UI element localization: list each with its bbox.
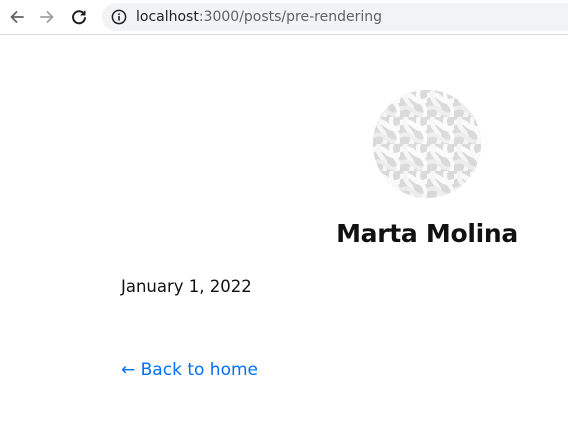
profile-image (373, 90, 481, 198)
arrow-left-icon (10, 11, 24, 23)
address-bar[interactable]: localhost:3000/posts/pre-rendering (102, 3, 568, 31)
profile-image-pattern (373, 90, 481, 198)
browser-toolbar: localhost:3000/posts/pre-rendering (0, 0, 568, 35)
reload-button[interactable] (66, 4, 92, 30)
author-name: Marta Molina (336, 219, 518, 248)
info-icon[interactable] (111, 9, 127, 25)
forward-button[interactable] (34, 4, 60, 30)
url-host: localhost (136, 9, 199, 25)
arrow-right-icon (40, 11, 54, 23)
url-text: localhost:3000/posts/pre-rendering (136, 8, 382, 26)
reload-icon (72, 10, 86, 25)
back-to-home-link[interactable]: ← Back to home (121, 358, 258, 382)
back-button[interactable] (4, 4, 30, 30)
url-path: :3000/posts/pre-rendering (198, 9, 382, 25)
post-date: January 1, 2022 (121, 277, 252, 296)
